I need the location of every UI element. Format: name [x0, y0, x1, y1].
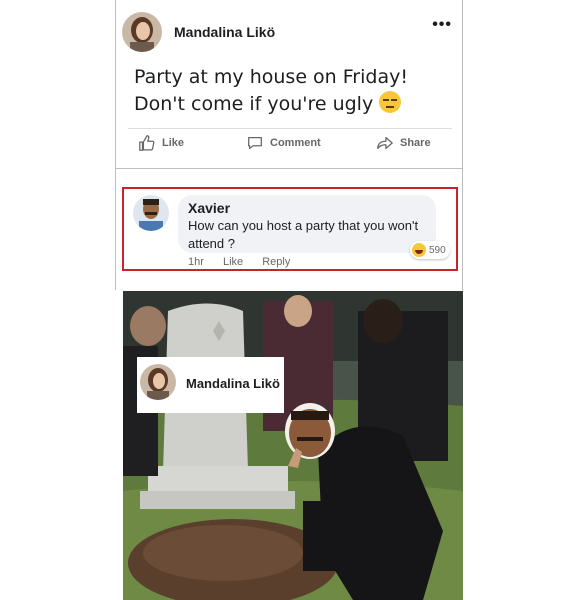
share-label: Share [400, 137, 431, 149]
card-border-left [115, 0, 116, 290]
like-button[interactable]: Like [138, 134, 184, 152]
share-button[interactable]: Share [376, 134, 431, 152]
post-text-line1: Party at my house on Friday! [134, 66, 408, 88]
comment-reply-link[interactable]: Reply [262, 256, 290, 268]
thumbs-up-icon [139, 135, 155, 151]
post-text-line2: Don't come if you're ugly [134, 93, 374, 115]
comment-like-link[interactable]: Like [223, 256, 243, 268]
unamused-face-icon [379, 91, 402, 113]
comment-meta: 1hr Like Reply [188, 256, 306, 268]
more-options-icon[interactable]: ••• [432, 16, 452, 34]
reaction-count: 590 [429, 244, 446, 256]
like-label: Like [162, 137, 185, 149]
commenter-avatar[interactable] [133, 195, 169, 231]
reaction-summary[interactable]: 590 [410, 241, 450, 259]
author-avatar[interactable] [122, 12, 162, 52]
tag-avatar [140, 364, 176, 400]
haha-reaction-icon [412, 243, 426, 257]
comment-label: Comment [270, 137, 321, 149]
card-border-right [462, 0, 463, 290]
post-actions: Like Comment Share [128, 134, 452, 156]
divider [128, 128, 452, 129]
divider [115, 168, 463, 169]
tag-name: Mandalina Likö [186, 376, 280, 391]
post-text-line2-wrap: Don't come if you're ugly [134, 91, 444, 118]
commenter-name[interactable]: Xavier [188, 200, 230, 216]
comment-button[interactable]: Comment [246, 134, 321, 152]
post-text: Party at my house on Friday! Don't come … [134, 64, 444, 118]
meme-image [123, 291, 463, 600]
comment-text: How can you host a party that you won't … [188, 218, 419, 251]
post-author-name[interactable]: Mandalina Likö [174, 24, 275, 40]
share-icon [377, 136, 393, 150]
comment-time: 1hr [188, 256, 204, 268]
comment-icon [248, 136, 262, 150]
post-header: Mandalina Likö ••• [122, 10, 452, 52]
